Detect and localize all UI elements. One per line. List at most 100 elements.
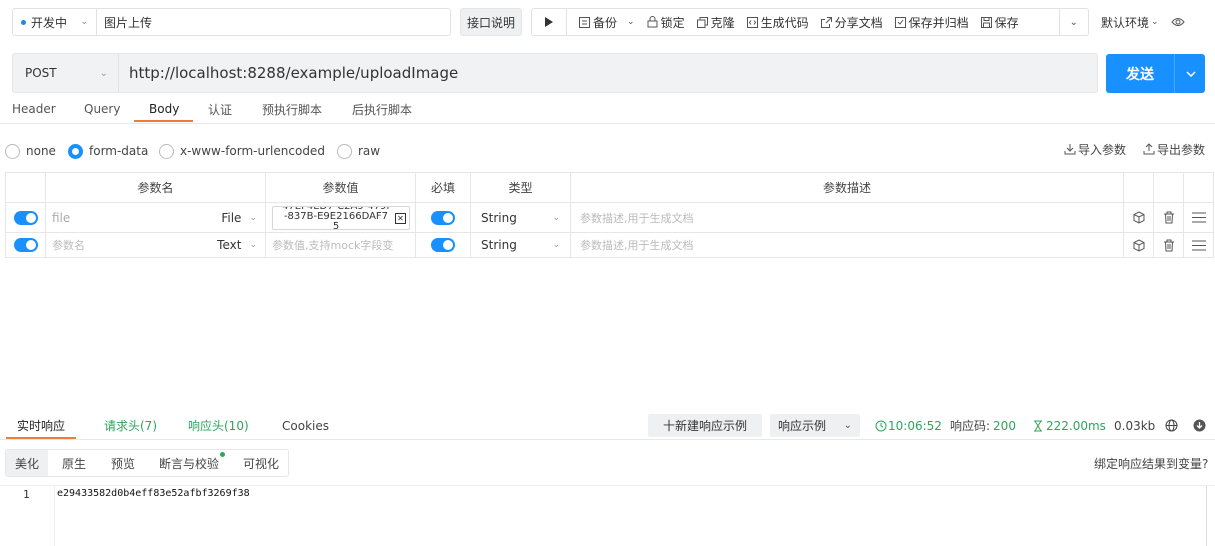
radio-none[interactable]: none [5, 138, 56, 164]
download-button[interactable] [1193, 412, 1206, 439]
radio-raw[interactable]: raw [337, 138, 380, 164]
lock-button[interactable]: 锁定 [641, 9, 691, 35]
param-name-cell[interactable]: 参数名 Text ⌄ [46, 233, 266, 257]
status-select[interactable]: 开发中 ⌄ [12, 8, 97, 36]
radio-x-www-form-urlencoded[interactable]: x-www-form-urlencoded [159, 138, 325, 164]
clear-file-icon[interactable]: ✕ [395, 213, 406, 224]
required-toggle[interactable] [431, 238, 455, 252]
response-size: 0.03kb [1114, 418, 1156, 433]
required-toggle[interactable] [431, 210, 455, 225]
tab-visualize[interactable]: 可视化 [243, 450, 279, 476]
response-example-label: 响应示例 [778, 419, 827, 433]
description-cell[interactable]: 参数描述,用于生成文档 [571, 203, 1124, 232]
chevron-down-icon: ⌄ [249, 212, 257, 223]
chevron-down-icon: ⌄ [80, 17, 88, 27]
tab-preview[interactable]: 预览 [111, 450, 135, 476]
tab-response-headers[interactable]: 响应头(10) [188, 412, 249, 439]
status-code-value: 200 [993, 418, 1016, 433]
trash-icon[interactable] [1163, 211, 1175, 224]
tab-raw[interactable]: 原生 [62, 450, 86, 476]
api-doc-button[interactable]: 接口说明 [460, 8, 522, 36]
save-archive-label: 保存并归档 [908, 15, 969, 30]
param-value-input[interactable]: 参数值,支持mock字段变 [272, 237, 393, 253]
enable-toggle[interactable] [13, 210, 38, 225]
mock-cell [1124, 203, 1154, 232]
param-name-input[interactable]: 参数名 [52, 237, 85, 253]
param-value-cell[interactable]: 参数值,支持mock字段变 [266, 233, 416, 257]
param-name-cell[interactable]: file File ⌄ [46, 203, 266, 232]
new-response-example-button[interactable]: 十新建响应示例 [648, 414, 762, 437]
param-name-input[interactable]: file [52, 211, 70, 225]
description-input[interactable]: 参数描述,用于生成文档 [580, 237, 694, 253]
tab-body[interactable]: Body [149, 95, 179, 123]
trash-icon[interactable] [1163, 239, 1175, 252]
save-button[interactable]: 保存 [975, 9, 1025, 35]
run-button[interactable] [532, 9, 567, 35]
export-params-button[interactable]: 导出参数 [1143, 138, 1205, 160]
required-cell [416, 233, 471, 257]
table-row: 参数名 Text ⌄ 参数值,支持mock字段变 String ⌄ 参数描述,用… [6, 233, 1213, 258]
description-input[interactable]: 参数描述,用于生成文档 [580, 210, 694, 226]
tab-header[interactable]: Header [12, 95, 56, 123]
save-dropdown-button[interactable]: ⌄ [1058, 9, 1088, 35]
chevron-down-icon: ⌄ [1151, 17, 1159, 27]
tab-realtime-response[interactable]: 实时响应 [17, 412, 65, 439]
download-icon [1193, 419, 1206, 432]
status-label: 开发中 [31, 15, 68, 30]
request-tabs: Header Query Body 认证 预执行脚本 后执行脚本 [0, 95, 1215, 124]
send-button[interactable]: 发送 [1106, 54, 1174, 93]
radio-circle-checked [68, 143, 83, 159]
radio-label: x-www-form-urlencoded [180, 144, 325, 158]
url-bar: POST ⌄ http://localhost:8288/example/upl… [12, 53, 1098, 93]
delete-cell [1154, 233, 1184, 257]
toolbar: 备份 ⌄ 锁定 克隆 生成代码 分享文档 保存并归档 保存 ⌄ [531, 8, 1089, 36]
tab-query[interactable]: Query [84, 95, 120, 123]
scrollbar[interactable] [1206, 486, 1207, 546]
param-kind-select[interactable]: Text [217, 238, 241, 252]
tab-post-script[interactable]: 后执行脚本 [352, 95, 412, 123]
save-label: 保存 [994, 15, 1019, 30]
share-doc-button[interactable]: 分享文档 [815, 9, 889, 35]
clone-button[interactable]: 克隆 [691, 9, 741, 35]
tab-pre-script[interactable]: 预执行脚本 [262, 95, 322, 123]
divider [1174, 54, 1175, 93]
api-name-input[interactable]: 图片上传 [96, 8, 451, 36]
eye-icon[interactable] [1170, 17, 1185, 27]
cube-icon[interactable] [1133, 211, 1145, 224]
tab-request-headers[interactable]: 请求头(7) [104, 412, 157, 439]
description-cell[interactable]: 参数描述,用于生成文档 [571, 233, 1124, 257]
header-cell [1154, 173, 1184, 202]
backup-button[interactable]: 备份 ⌄ [567, 9, 641, 35]
drag-handle-icon[interactable] [1192, 212, 1206, 223]
save-archive-button[interactable]: 保存并归档 [889, 9, 975, 35]
cube-icon[interactable] [1133, 238, 1145, 252]
drag-handle-icon[interactable] [1192, 240, 1206, 251]
archive-icon [894, 16, 906, 28]
import-params-button[interactable]: 导入参数 [1064, 138, 1126, 160]
drag-cell [1184, 233, 1214, 257]
param-kind-select[interactable]: File [221, 211, 241, 225]
gen-code-button[interactable]: 生成代码 [741, 9, 815, 35]
type-select[interactable]: String ⌄ [471, 233, 571, 257]
method-select[interactable]: POST ⌄ [13, 54, 119, 92]
tab-cookies[interactable]: Cookies [282, 412, 329, 439]
enable-toggle[interactable] [13, 238, 38, 252]
send-dropdown-button[interactable] [1176, 54, 1205, 93]
globe-icon [1165, 419, 1178, 432]
tab-auth[interactable]: 认证 [208, 95, 232, 123]
env-select[interactable]: 默认环境 ⌄ [1095, 8, 1205, 36]
radio-form-data[interactable]: form-data [68, 138, 148, 164]
url-input[interactable]: http://localhost:8288/example/uploadImag… [129, 54, 458, 92]
type-select[interactable]: String ⌄ [471, 203, 571, 232]
hourglass-icon [1034, 420, 1042, 431]
share-icon [820, 16, 832, 28]
response-editor[interactable]: 1 e29433582d0b4eff83e52afbf3269f38 [0, 485, 1215, 546]
tab-beautify[interactable]: 美化 [6, 450, 48, 476]
header-type: 类型 [471, 173, 571, 202]
file-value-box[interactable]: 47EF4ED7-C2A9-479f-837B-E9E2166DAF75 ✕ [272, 206, 410, 230]
response-example-select[interactable]: 响应示例 ⌄ [770, 414, 860, 437]
chevron-down-icon: ⌄ [627, 17, 635, 27]
bind-response-variable-link[interactable]: 绑定响应结果到变量? [1094, 455, 1208, 472]
tab-assertions[interactable]: 断言与校验 [159, 450, 219, 476]
globe-button[interactable] [1165, 412, 1178, 439]
